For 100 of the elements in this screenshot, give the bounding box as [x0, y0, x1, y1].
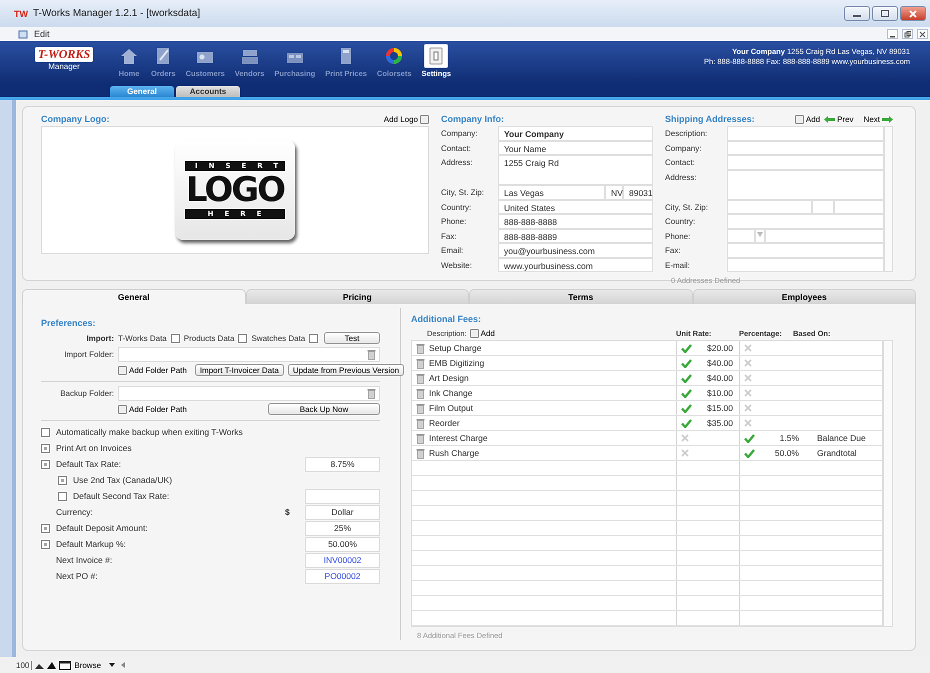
tab[interactable]: Employees [692, 289, 916, 304]
checkbox[interactable] [41, 540, 50, 548]
trash-icon [367, 348, 376, 360]
input-field[interactable]: www.yourbusiness.com [498, 258, 653, 272]
right-arrow-icon [882, 116, 893, 122]
app-logo-text: TW [14, 8, 28, 18]
color-wheel-icon [384, 46, 404, 66]
input-field[interactable]: INV00002 [305, 552, 380, 568]
close-button[interactable] [900, 6, 926, 21]
option-label: Products Data [184, 334, 234, 342]
checkbox[interactable] [41, 460, 50, 468]
input-field[interactable] [727, 258, 884, 272]
next-button[interactable]: Next [864, 114, 893, 124]
table-cell: Grandtotal [817, 448, 857, 458]
input-field[interactable] [834, 200, 884, 214]
checkbox[interactable] [309, 334, 318, 342]
add-logo-button[interactable]: Add Logo [384, 114, 429, 124]
tab[interactable]: Accounts [176, 86, 240, 97]
action-button[interactable]: Import T-Invoicer Data [194, 364, 284, 376]
left-arrow-icon[interactable] [121, 662, 126, 668]
table-cell-text: $40.00 [707, 358, 734, 368]
section-title: Company Info: [441, 114, 504, 124]
menu-item[interactable]: Edit [32, 29, 52, 39]
tab[interactable]: General [22, 289, 246, 304]
action-button[interactable]: Back Up Now [268, 403, 380, 415]
tab[interactable]: Pricing [246, 289, 469, 304]
scrollbar[interactable] [883, 340, 893, 627]
input-field[interactable]: 25% [305, 520, 380, 536]
checkbox[interactable] [170, 334, 180, 342]
input-field[interactable]: 8.75% [305, 456, 380, 472]
input-field[interactable] [727, 170, 884, 200]
trash-icon [416, 372, 425, 384]
input-field[interactable]: 888-888-8889 [498, 228, 653, 243]
input-field[interactable] [727, 200, 812, 214]
input-field[interactable]: Your Company [498, 126, 653, 140]
trash-icon [416, 448, 425, 458]
input-field[interactable] [765, 228, 884, 243]
checkbox[interactable] [58, 492, 67, 500]
table-cell: Interest Charge [429, 433, 488, 443]
square-icon[interactable] [420, 114, 429, 124]
input-field[interactable]: NV [605, 185, 623, 200]
input-field[interactable]: 888-888-8888 [498, 214, 653, 228]
input-field[interactable]: Dollar [305, 504, 380, 520]
checkbox[interactable] [238, 334, 248, 342]
restore-button[interactable] [902, 29, 913, 39]
input-field[interactable]: PO00002 [305, 568, 380, 584]
table-cell-text: $20.00 [707, 343, 734, 353]
square-icon[interactable] [118, 366, 127, 374]
input-field[interactable]: 89031 [623, 185, 653, 200]
action-button[interactable]: Update from Previous Version [288, 364, 404, 376]
field-label: Default Deposit Amount: [56, 523, 149, 533]
path-field[interactable] [118, 346, 380, 362]
checkbox[interactable] [41, 444, 50, 452]
field-label: Import Folder: [63, 350, 114, 358]
field-label: Country: [441, 202, 472, 214]
scrollbar[interactable] [884, 126, 893, 272]
field-label: Currency: [56, 507, 94, 517]
input-field[interactable] [727, 214, 884, 228]
input-field[interactable]: United States [498, 200, 653, 214]
add-button[interactable]: Add [794, 114, 820, 124]
input-field[interactable] [727, 140, 884, 155]
minimize-button[interactable] [844, 6, 870, 21]
input-field[interactable] [727, 243, 884, 258]
field-label: City, St. Zip: [665, 202, 709, 214]
table-cell: Art Design [429, 373, 469, 383]
test-button[interactable]: Test [324, 332, 380, 344]
input-field[interactable] [727, 126, 884, 140]
window-icon[interactable] [59, 660, 72, 670]
add-folder-button[interactable]: Add Folder Path [118, 366, 187, 374]
tab[interactable]: Terms [469, 289, 692, 304]
checkbox[interactable] [41, 524, 50, 532]
field-label: Address: [441, 157, 474, 169]
prev-button[interactable]: Prev [824, 114, 854, 124]
minimize-button[interactable] [887, 29, 898, 39]
input-field[interactable]: 50.00% [305, 536, 380, 552]
path-field[interactable] [118, 386, 380, 400]
checkbox[interactable] [41, 428, 50, 436]
square-icon[interactable] [470, 328, 479, 338]
maximize-button[interactable] [872, 6, 898, 21]
section-title: Company Logo: [41, 114, 110, 124]
mode-dropdown[interactable]: Browse [74, 660, 118, 670]
checkbox[interactable] [58, 476, 67, 484]
input-field[interactable] [812, 200, 834, 214]
table-cell-text: $15.00 [707, 403, 734, 413]
input-field[interactable] [305, 488, 380, 504]
input-field[interactable]: Your Name [498, 140, 653, 155]
close-button[interactable] [917, 29, 928, 39]
square-icon[interactable] [794, 114, 804, 124]
input-field[interactable]: 1255 Craig Rd [498, 155, 653, 185]
square-icon[interactable] [118, 404, 127, 414]
table-cell: Setup Charge [429, 343, 482, 353]
add-folder-button[interactable]: Add Folder Path [118, 404, 187, 414]
input-field[interactable] [727, 155, 884, 170]
table-cell: Rush Charge [429, 448, 480, 458]
input-field[interactable]: you@yourbusiness.com [498, 243, 653, 258]
logo-text: T-WORKS [34, 47, 94, 62]
maximize-icon [881, 10, 889, 17]
add-button[interactable]: Add [470, 328, 495, 338]
table-cell-text: 50.0% [774, 448, 799, 458]
input-field[interactable]: Las Vegas [498, 185, 605, 200]
